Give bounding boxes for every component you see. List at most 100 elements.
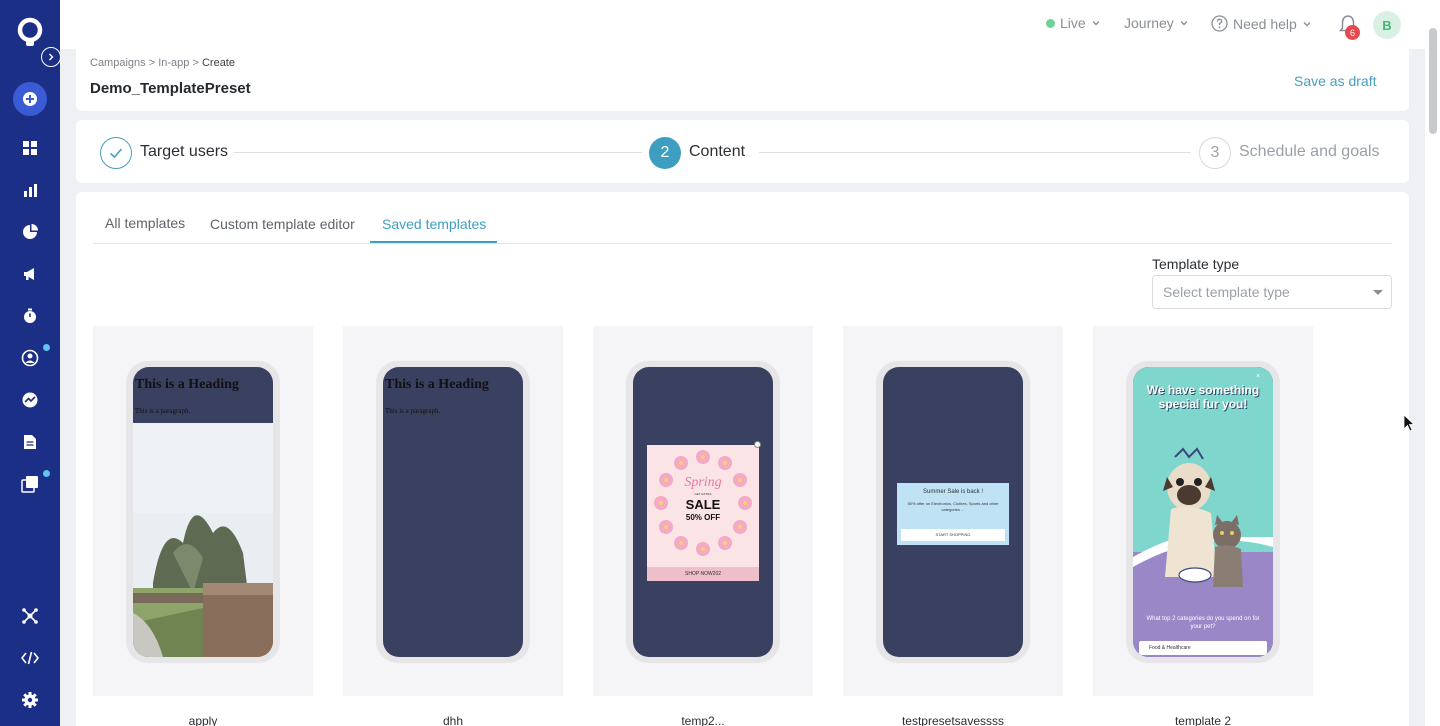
promo-main: SALE [685, 497, 721, 512]
template-card[interactable]: Summer Sale is back ! 50% offer on Elect… [843, 326, 1063, 696]
dashboard-icon[interactable] [20, 138, 40, 158]
step-content-circle[interactable]: 2 [649, 137, 681, 169]
template-type-select[interactable]: Select template type [1152, 275, 1392, 309]
step-schedule-circle[interactable]: 3 [1199, 137, 1231, 169]
preview-paragraph: This is a paragraph. [385, 407, 441, 415]
phone-preview-frame: Summer Sale is back ! 50% offer on Elect… [876, 361, 1030, 663]
document-icon[interactable] [20, 432, 40, 452]
code-icon[interactable] [20, 648, 40, 668]
promo-button: START SHOPPING [901, 529, 1005, 541]
sidebar [0, 0, 61, 726]
phone-preview-frame: This is a Heading This is a paragraph. [126, 361, 280, 663]
top-header: Live Journey Need help 6 B [60, 0, 1425, 49]
promo-text: 50% offer on Electronics, Clothes, Sport… [907, 501, 999, 512]
close-icon: × [1256, 373, 1261, 380]
phone-screen: This is a Heading This is a paragraph. [133, 367, 273, 657]
promo-option: Food & Healthcare [1139, 641, 1267, 655]
notification-dot [43, 344, 50, 351]
promo-discount: 50% OFF [685, 513, 721, 522]
help-dropdown[interactable]: Need help [1211, 15, 1312, 32]
step-schedule-label[interactable]: Schedule and goals [1239, 143, 1380, 161]
journey-label: Journey [1124, 15, 1174, 31]
notification-count-badge: 6 [1345, 25, 1360, 40]
scrollbar-thumb[interactable] [1429, 28, 1437, 134]
breadcrumb-separator: > [148, 57, 156, 69]
templates-gallery-icon[interactable] [20, 474, 40, 494]
page-title: Demo_TemplatePreset [90, 80, 251, 97]
close-icon [754, 441, 761, 448]
active-tab-indicator [370, 241, 497, 243]
step-target-users-label[interactable]: Target users [140, 143, 228, 161]
campaign-header-card: Campaigns > In-app > Create Demo_Templat… [76, 49, 1409, 111]
phone-preview-frame: We have something special fur you! × Wha… [1126, 361, 1280, 663]
template-type-label: Template type [1152, 256, 1240, 272]
promo-title: Spring [684, 475, 722, 490]
save-as-draft-button[interactable]: Save as draft [1294, 73, 1377, 89]
breadcrumb-separator: > [192, 57, 199, 69]
preview-heading: This is a Heading [135, 377, 239, 392]
chevron-down-icon [1092, 21, 1100, 26]
sidebar-expand-icon[interactable] [41, 47, 61, 67]
chevron-down-icon [1303, 21, 1311, 26]
chevron-down-icon [1180, 21, 1188, 26]
template-card[interactable]: This is a Heading This is a paragraph. [93, 326, 313, 696]
tab-all-templates[interactable]: All templates [105, 215, 185, 231]
template-name: apply [188, 714, 218, 726]
help-question-icon [1211, 15, 1228, 32]
user-segment-icon[interactable] [20, 348, 40, 368]
steps-card: Target users 2 Content 3 Schedule and go… [76, 120, 1409, 183]
pug-and-cat-image [1163, 447, 1243, 587]
megaphone-icon[interactable] [20, 264, 40, 284]
step-target-users-circle[interactable] [100, 137, 132, 169]
environment-dropdown[interactable]: Live [1046, 15, 1101, 31]
promo-title: Summer Sale is back ! [922, 489, 984, 495]
breadcrumb-campaigns[interactable]: Campaigns [90, 57, 146, 69]
template-card[interactable]: We have something special fur you! × Wha… [1093, 326, 1313, 696]
timer-icon[interactable] [20, 306, 40, 326]
trend-icon[interactable] [20, 390, 40, 410]
template-name: testpresetsavessss [901, 714, 1005, 726]
tab-custom-template-editor[interactable]: Custom template editor [210, 216, 355, 232]
journey-dropdown[interactable]: Journey [1124, 15, 1189, 31]
promo-question: What top 2 categories do you spend on fo… [1146, 616, 1260, 630]
preview-paragraph: This is a paragraph. [135, 407, 191, 415]
create-button[interactable] [13, 82, 47, 116]
live-status-dot [1046, 18, 1055, 28]
tab-saved-templates[interactable]: Saved templates [382, 216, 486, 232]
user-avatar[interactable]: B [1373, 11, 1401, 39]
breadcrumb-create: Create [201, 57, 235, 69]
tabs-divider [93, 243, 1391, 244]
landscape-photo-image [133, 423, 273, 657]
template-card[interactable]: Spring GET EXTRA SALE 50% OFF SHOP NOW20… [593, 326, 813, 696]
step-connector [234, 152, 642, 153]
spring-sale-promo: Spring GET EXTRA SALE 50% OFF SHOP NOW20… [647, 445, 759, 581]
template-card[interactable]: This is a Heading This is a paragraph. [343, 326, 563, 696]
template-selection-card: All templates Custom template editor Sav… [76, 192, 1409, 726]
mouse-cursor-icon [1403, 414, 1415, 432]
phone-preview-frame: Spring GET EXTRA SALE 50% OFF SHOP NOW20… [626, 361, 780, 663]
app-logo-icon[interactable] [14, 16, 46, 48]
breadcrumb-in-app[interactable]: In-app [158, 57, 189, 69]
integrations-icon[interactable] [20, 606, 40, 626]
template-name: dhh [442, 714, 464, 726]
step-content-label[interactable]: Content [689, 143, 745, 161]
template-type-placeholder: Select template type [1163, 284, 1290, 300]
promo-subtitle: GET EXTRA [694, 492, 712, 496]
phone-screen: We have something special fur you! × Wha… [1133, 367, 1273, 657]
pie-chart-icon[interactable] [20, 222, 40, 242]
caret-down-icon [1373, 290, 1383, 295]
promo-title: We have something special fur you! [1146, 383, 1260, 411]
environment-label: Live [1060, 15, 1086, 31]
template-name: temp2... [681, 714, 725, 726]
phone-preview-frame: This is a Heading This is a paragraph. [376, 361, 530, 663]
settings-gear-icon[interactable] [20, 690, 40, 710]
summer-sale-promo: Summer Sale is back ! 50% offer on Elect… [897, 483, 1009, 545]
template-name: template 2 [1174, 714, 1232, 726]
breadcrumb: Campaigns > In-app > Create [90, 57, 235, 69]
checkmark-icon [109, 148, 123, 159]
phone-screen: Summer Sale is back ! 50% offer on Elect… [883, 367, 1023, 657]
phone-screen: This is a Heading This is a paragraph. [383, 367, 523, 657]
step-connector [759, 152, 1191, 153]
help-label: Need help [1233, 15, 1297, 32]
analytics-bar-icon[interactable] [20, 180, 40, 200]
